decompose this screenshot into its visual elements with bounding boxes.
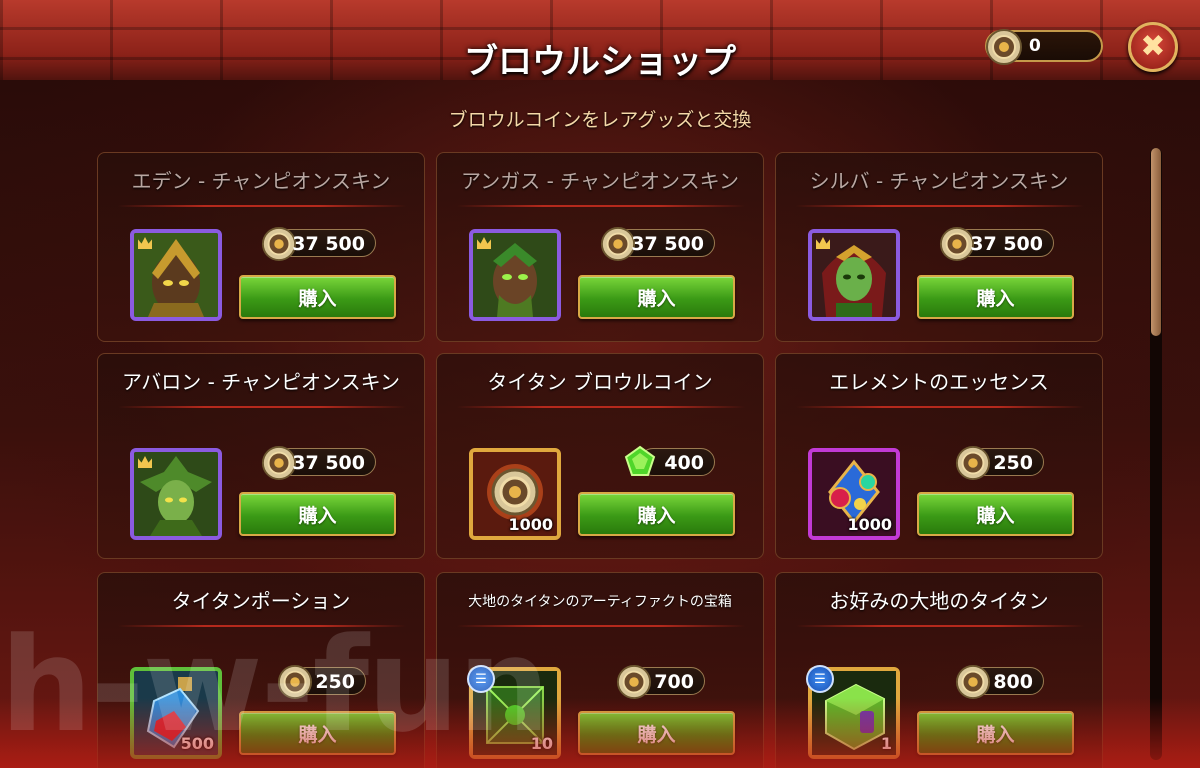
divider	[457, 406, 745, 408]
item-title: アバロン - チャンピオンスキン	[122, 370, 400, 394]
scrollbar-thumb[interactable]	[1151, 148, 1161, 336]
item-quantity: 10	[530, 734, 553, 753]
close-button[interactable]: ✖	[1128, 22, 1178, 72]
price-value: 37 500	[292, 233, 365, 255]
eden-skin-icon[interactable]	[130, 229, 222, 321]
shop-item-card: タイタン ブロウルコイン 1000 400 購入	[436, 353, 764, 559]
item-title: エレメントのエッセンス	[829, 370, 1049, 394]
price-value: 700	[654, 671, 694, 693]
shop-item-card: タイタンポーション 500 250 購入	[97, 572, 425, 768]
price-value: 37 500	[631, 233, 704, 255]
price-tag: 250	[955, 445, 1044, 481]
item-title: タイタン ブロウルコイン	[487, 370, 713, 394]
price-value: 37 500	[292, 452, 365, 474]
price-tag: 37 500	[600, 226, 715, 262]
shop-item-card: アバロン - チャンピオンスキン 37 500 購入	[97, 353, 425, 559]
divider	[457, 205, 745, 207]
price-tag: 37 500	[261, 445, 376, 481]
item-title: お好みの大地のタイタン	[829, 589, 1049, 613]
sylva-skin-icon[interactable]	[808, 229, 900, 321]
price-tag: 37 500	[939, 226, 1054, 262]
item-title: タイタンポーション	[171, 589, 351, 613]
emerald-icon	[620, 443, 660, 487]
buy-button[interactable]: 購入	[578, 711, 735, 755]
shop-item-card: 大地のタイタンのアーティファクトの宝箱 ☰ 10 700 購入	[436, 572, 764, 768]
close-icon: ✖	[1140, 29, 1166, 64]
item-title: エデン - チャンピオンスキン	[131, 169, 391, 193]
price-value: 37 500	[970, 233, 1043, 255]
buy-button[interactable]: 購入	[917, 492, 1074, 536]
price-value: 400	[664, 452, 704, 474]
shop-item-card: お好みの大地のタイタン ☰ 1 800 購入	[775, 572, 1103, 768]
buy-button[interactable]: 購入	[578, 275, 735, 319]
brawl-coin-icon	[616, 664, 652, 704]
brawl-coin-count: 0	[1029, 36, 1041, 56]
list-info-icon[interactable]: ☰	[467, 665, 495, 693]
item-title: シルバ - チャンピオンスキン	[809, 169, 1069, 193]
shop-item-card: アンガス - チャンピオンスキン 37 500 購入	[436, 152, 764, 342]
divider	[118, 205, 406, 207]
titan-brawl-coin-icon[interactable]: 1000	[469, 448, 561, 540]
shop-subtitle: ブロウルコインをレアグッズと交換	[448, 109, 752, 131]
price-tag: 700	[616, 664, 705, 700]
buy-button[interactable]: 購入	[239, 275, 396, 319]
item-quantity: 500	[180, 734, 214, 753]
price-tag: 800	[955, 664, 1044, 700]
divider	[796, 205, 1084, 207]
buy-button[interactable]: 購入	[239, 492, 396, 536]
earth-titan-choice-icon[interactable]: ☰ 1	[806, 665, 900, 759]
brawl-coin-icon	[955, 445, 991, 485]
divider	[457, 625, 745, 627]
brawl-coin-icon	[277, 664, 313, 704]
divider	[118, 406, 406, 408]
price-value: 250	[993, 452, 1033, 474]
buy-button[interactable]: 購入	[578, 492, 735, 536]
price-tag: 400	[624, 445, 715, 476]
shop-item-card: エデン - チャンピオンスキン 37 500 購入	[97, 152, 425, 342]
titan-potion-icon[interactable]: 500	[130, 667, 222, 759]
buy-button[interactable]: 購入	[239, 711, 396, 755]
buy-button[interactable]: 購入	[917, 711, 1074, 755]
list-info-icon[interactable]: ☰	[806, 665, 834, 693]
shop-item-card: シルバ - チャンピオンスキン 37 500 購入	[775, 152, 1103, 342]
angus-skin-icon[interactable]	[469, 229, 561, 321]
divider	[796, 406, 1084, 408]
item-title: 大地のタイタンのアーティファクトの宝箱	[468, 594, 732, 610]
price-value: 250	[315, 671, 355, 693]
brawl-coin-icon	[955, 664, 991, 704]
shop-item-card: エレメントのエッセンス 1000 250 購入	[775, 353, 1103, 559]
item-quantity: 1000	[847, 515, 892, 534]
brawl-coin-icon	[985, 28, 1023, 70]
buy-button[interactable]: 購入	[917, 275, 1074, 319]
item-title: アンガス - チャンピオンスキン	[461, 169, 739, 193]
price-tag: 37 500	[261, 226, 376, 262]
price-value: 800	[993, 671, 1033, 693]
divider	[118, 625, 406, 627]
item-quantity: 1	[880, 734, 892, 753]
avalon-skin-icon[interactable]	[130, 448, 222, 540]
price-tag: 250	[277, 664, 366, 700]
item-quantity: 1000	[508, 515, 553, 534]
earth-artifact-chest-icon[interactable]: ☰ 10	[467, 665, 561, 759]
divider	[796, 625, 1084, 627]
brawl-coin-balance: 0	[985, 29, 1103, 65]
shop-item-grid: エデン - チャンピオンスキン 37 500 購入 アンガス - チャンピオンス…	[97, 152, 1103, 768]
element-essence-icon[interactable]: 1000	[808, 448, 900, 540]
